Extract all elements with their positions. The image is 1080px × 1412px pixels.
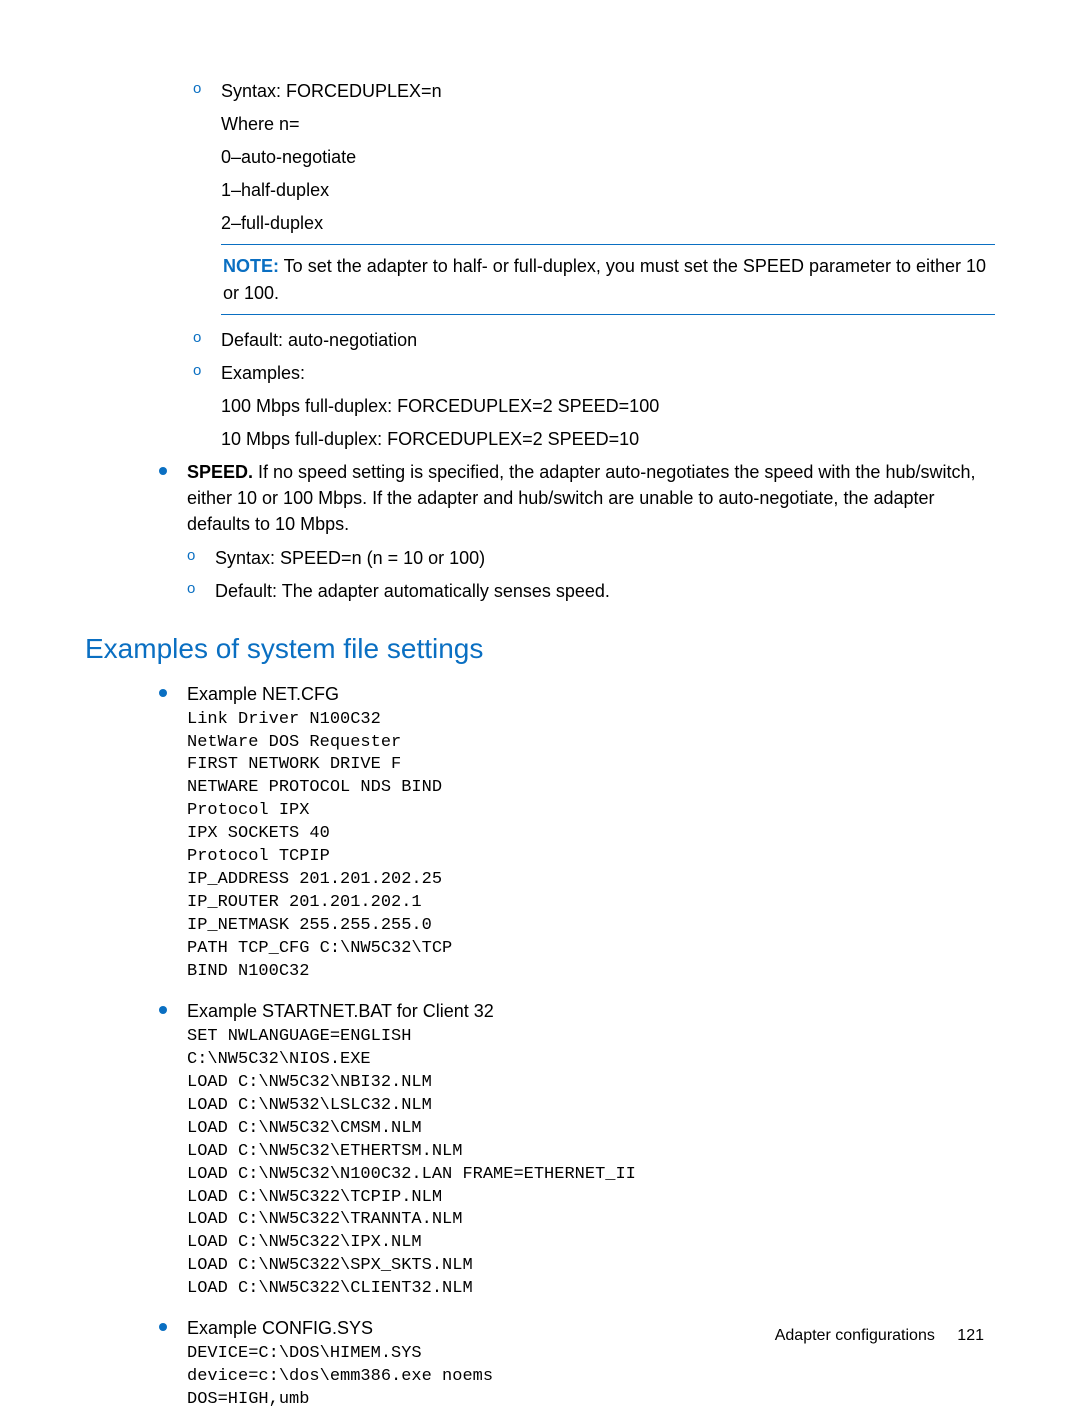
- speed-body: If no speed setting is specified, the ad…: [187, 462, 976, 534]
- example-startnet-code: SET NWLANGUAGE=ENGLISH C:\NW5C32\NIOS.EX…: [187, 1026, 995, 1301]
- example-configsys-code: DEVICE=C:\DOS\HIMEM.SYS device=c:\dos\em…: [187, 1343, 995, 1412]
- forceduplex-ex2: 10 Mbps full-duplex: FORCEDUPLEX=2 SPEED…: [221, 426, 995, 452]
- page-footer: Adapter configurations 121: [775, 1327, 984, 1345]
- speed-lead: SPEED.: [187, 462, 253, 482]
- forceduplex-where: Where n=: [221, 111, 995, 137]
- forceduplex-syntax: Syntax: FORCEDUPLEX=n: [221, 78, 995, 104]
- speed-default: Default: The adapter automatically sense…: [215, 581, 610, 601]
- note-label: NOTE:: [223, 256, 279, 276]
- forceduplex-opt2: 2–full-duplex: [221, 210, 995, 236]
- forceduplex-examples-label: Examples:: [221, 360, 995, 386]
- forceduplex-syntax-item: Syntax: FORCEDUPLEX=n Where n= 0–auto-ne…: [193, 78, 995, 315]
- speed-default-item: Default: The adapter automatically sense…: [187, 578, 995, 604]
- forceduplex-opt1: 1–half-duplex: [221, 177, 995, 203]
- footer-section: Adapter configurations: [775, 1327, 935, 1344]
- note-box: NOTE: To set the adapter to half- or ful…: [221, 244, 995, 314]
- speed-syntax-item: Syntax: SPEED=n (n = 10 or 100): [187, 545, 995, 571]
- note-text: To set the adapter to half- or full-dupl…: [223, 256, 986, 302]
- examples-bullet-list: Example NET.CFG Link Driver N100C32 NetW…: [155, 681, 995, 1412]
- speed-bullet-list: SPEED. If no speed setting is specified,…: [155, 459, 995, 604]
- example-netcfg: Example NET.CFG Link Driver N100C32 NetW…: [155, 681, 995, 984]
- example-startnet: Example STARTNET.BAT for Client 32 SET N…: [155, 998, 995, 1301]
- forceduplex-default-item: Default: auto-negotiation: [193, 327, 995, 353]
- speed-bullet: SPEED. If no speed setting is specified,…: [155, 459, 995, 604]
- example-netcfg-code: Link Driver N100C32 NetWare DOS Requeste…: [187, 709, 995, 984]
- example-startnet-head: Example STARTNET.BAT for Client 32: [187, 998, 995, 1024]
- forceduplex-opt0: 0–auto-negotiate: [221, 144, 995, 170]
- forceduplex-examples-item: Examples: 100 Mbps full-duplex: FORCEDUP…: [193, 360, 995, 452]
- forceduplex-default: Default: auto-negotiation: [221, 330, 417, 350]
- speed-syntax: Syntax: SPEED=n (n = 10 or 100): [215, 548, 485, 568]
- example-netcfg-head: Example NET.CFG: [187, 681, 995, 707]
- footer-page: 121: [957, 1327, 984, 1344]
- forceduplex-sublist: Syntax: FORCEDUPLEX=n Where n= 0–auto-ne…: [193, 78, 995, 452]
- forceduplex-ex1: 100 Mbps full-duplex: FORCEDUPLEX=2 SPEE…: [221, 393, 995, 419]
- section-title: Examples of system file settings: [85, 633, 995, 665]
